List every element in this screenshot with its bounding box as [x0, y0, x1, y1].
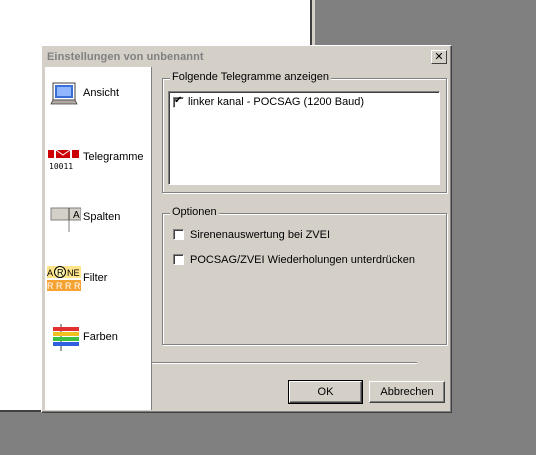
nav-item-farben[interactable]: Farben	[45, 319, 151, 359]
options-group: Optionen Sirenenauswertung bei ZVEI POCS…	[162, 206, 447, 345]
dialog-title: Einstellungen von unbenannt	[47, 51, 204, 63]
dialog-separator	[152, 362, 417, 364]
colors-icon	[53, 324, 79, 351]
settings-nav: Ansicht 10011 Telegramme A Spalten A R N…	[45, 67, 152, 410]
telegram-icon-text: 10011	[49, 162, 73, 171]
filter-icon-ne: NE	[67, 268, 80, 278]
telegram-checkbox[interactable]: ✔	[173, 95, 184, 108]
nav-item-ansicht[interactable]: Ansicht	[45, 75, 151, 115]
sirene-label[interactable]: Sirenenauswertung bei ZVEI	[190, 229, 330, 241]
nav-label-filter: Filter	[83, 272, 108, 284]
nav-label-spalten: Spalten	[83, 211, 121, 223]
check-mark-icon: ✔	[174, 95, 183, 106]
filter-icon: A R NE R R R R	[47, 266, 81, 291]
nav-label-ansicht: Ansicht	[83, 87, 120, 99]
repeat-suppress-label[interactable]: POCSAG/ZVEI Wiederholungen unterdrücken	[190, 254, 415, 266]
telegram-label: linker kanal - POCSAG (1200 Baud)	[188, 96, 365, 108]
telegram-list[interactable]: ✔ linker kanal - POCSAG (1200 Baud)	[168, 91, 440, 185]
filter-icon-bottom: R R R R	[47, 281, 81, 291]
close-button[interactable]: ✕	[431, 50, 447, 64]
nav-item-telegramme[interactable]: 10011 Telegramme	[45, 142, 151, 182]
column-icon-text: A	[73, 210, 80, 221]
sirene-checkbox[interactable]	[173, 229, 184, 240]
nav-item-filter[interactable]: A R NE R R R R Filter	[45, 261, 151, 301]
cancel-button[interactable]: Abbrechen	[369, 381, 445, 403]
columns-icon: A	[50, 207, 81, 232]
filter-icon-top: A	[47, 268, 53, 278]
nav-label-farben: Farben	[83, 331, 118, 343]
options-group-legend: Optionen	[170, 206, 219, 218]
telegram-icon: 10011	[48, 149, 79, 171]
repeat-suppress-checkbox[interactable]	[173, 254, 184, 265]
settings-dialog: Einstellungen von unbenannt ✕ Ansicht 10…	[41, 45, 452, 413]
monitor-icon	[50, 82, 78, 105]
dialog-titlebar[interactable]: Einstellungen von unbenannt ✕	[44, 48, 449, 66]
nav-item-spalten[interactable]: A Spalten	[45, 202, 151, 242]
ok-button[interactable]: OK	[288, 380, 363, 404]
telegrams-group: Folgende Telegramme anzeigen ✔ linker ka…	[162, 71, 447, 193]
close-icon: ✕	[434, 50, 444, 63]
nav-label-telegramme: Telegramme	[83, 151, 144, 163]
filter-icon-r: R	[57, 268, 64, 278]
telegrams-group-legend: Folgende Telegramme anzeigen	[170, 71, 331, 83]
